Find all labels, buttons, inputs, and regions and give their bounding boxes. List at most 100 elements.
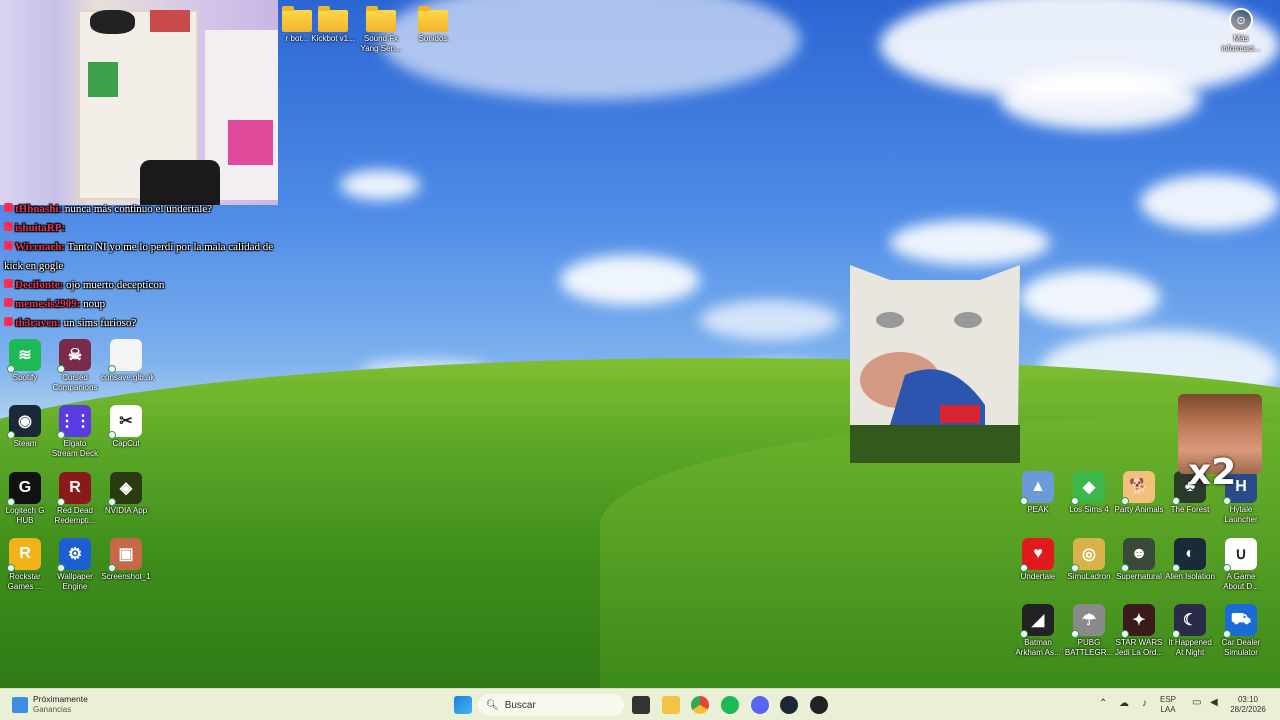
app-icon: ☾ bbox=[1172, 604, 1206, 638]
box-item bbox=[150, 10, 190, 32]
chevron-up-icon[interactable]: ⌃ bbox=[1099, 698, 1107, 709]
desktop-shortcut[interactable]: ♥ Undertale bbox=[1013, 538, 1063, 582]
shortcut-badge-icon bbox=[1071, 564, 1079, 572]
widget-icon[interactable] bbox=[12, 697, 28, 713]
app-icon: ✦ bbox=[1121, 604, 1155, 638]
windows-start-icon[interactable] bbox=[454, 696, 472, 714]
desktop-shortcut[interactable]: R Red Dead Redempti... bbox=[50, 472, 100, 526]
app-icon: ≋ bbox=[7, 339, 41, 373]
language-code: ESP bbox=[1160, 695, 1177, 704]
clock-date: 28/2/2026 bbox=[1230, 705, 1266, 714]
chat-text: ojo muerto decepticon bbox=[63, 279, 165, 291]
monitor-icon[interactable]: ▭ bbox=[1192, 697, 1201, 708]
app-icon: R bbox=[7, 538, 41, 572]
webcam-overlay bbox=[0, 0, 278, 205]
app-icon: R bbox=[57, 472, 91, 506]
desktop-shortcut[interactable]: ✦ STAR WARS Jedi La Ord... bbox=[1114, 604, 1164, 658]
desktop-shortcut[interactable]: G Logitech G HUB bbox=[0, 472, 50, 526]
microphone-icon[interactable]: ♪ bbox=[1142, 698, 1147, 709]
desktop-shortcut[interactable]: R Rockstar Games ... bbox=[0, 538, 50, 592]
desktop-shortcut[interactable]: ⋮⋮ Elgato Stream Deck bbox=[50, 405, 100, 459]
cat-sticker bbox=[848, 265, 1020, 465]
clock[interactable]: 03:10 28/2/2026 bbox=[1228, 695, 1268, 715]
desktop-shortcut[interactable]: ◆ Los Sims 4 bbox=[1064, 471, 1114, 515]
desktop-shortcut[interactable]: ⚙ Wallpaper Engine bbox=[50, 538, 100, 592]
desktop-shortcut[interactable]: ⛟ Car Dealer Simulator bbox=[1216, 604, 1266, 658]
shortcut-badge-icon bbox=[7, 564, 15, 572]
desktop-shortcut[interactable]: ☾ It Happened At Night bbox=[1165, 604, 1215, 658]
desktop-shortcut[interactable]: ☠ Cursed Companions bbox=[50, 339, 100, 393]
shortcut-badge-icon bbox=[57, 365, 65, 373]
folder-icon bbox=[418, 6, 448, 32]
shortcut-badge-icon bbox=[1223, 564, 1231, 572]
desktop-shortcut[interactable]: ✂ CapCut bbox=[101, 405, 151, 449]
shortcut-label: STAR WARS Jedi La Ord... bbox=[1114, 638, 1164, 657]
desktop-shortcut[interactable]: ▲ PEAK bbox=[1013, 471, 1063, 515]
app-icon: ✂ bbox=[108, 405, 142, 439]
cloud bbox=[340, 170, 420, 200]
search-box[interactable]: 🔍︎ Buscar bbox=[478, 694, 624, 716]
camera-info-icon[interactable]: ⊙ bbox=[1229, 8, 1253, 32]
steam-icon[interactable] bbox=[780, 696, 798, 714]
cloud-icon[interactable]: ☁ bbox=[1119, 698, 1129, 709]
desktop-shortcut[interactable]: ◐ Alien Isolation bbox=[1165, 538, 1215, 582]
speaker-icon[interactable]: ◀ bbox=[1210, 697, 1218, 708]
desktop-shortcut[interactable]: consave.glb.ak bbox=[101, 339, 154, 383]
desktop-folder[interactable]: Kickbot v1... bbox=[308, 6, 358, 44]
heart-icon bbox=[4, 222, 13, 231]
shortcut-label: Alien Isolation bbox=[1165, 572, 1215, 581]
desktop-shortcut[interactable]: ∪ A Game About D... bbox=[1216, 538, 1266, 592]
spotify-icon[interactable] bbox=[721, 696, 739, 714]
desktop-shortcut[interactable]: ◢ Batman Arkham As... bbox=[1013, 604, 1063, 658]
desktop-folder[interactable]: Sound Fx Yang Sen... bbox=[356, 6, 406, 54]
chat-message: th3raven: un sims furioso? bbox=[4, 314, 280, 333]
chat-message: Wirrnarh: Tanto NI yo me lo perdí por la… bbox=[4, 238, 280, 276]
headphones bbox=[90, 10, 135, 34]
desktop-shortcut[interactable]: 🐕 Party Animals bbox=[1114, 471, 1164, 515]
cloud bbox=[560, 255, 700, 305]
app-icon: ⚙ bbox=[57, 538, 91, 572]
shortcut-badge-icon bbox=[57, 498, 65, 506]
desktop-folder[interactable]: Sonidos bbox=[408, 6, 458, 44]
shortcut-badge-icon bbox=[7, 365, 15, 373]
info-icon-cell[interactable]: ⊙ Más informaci... bbox=[1215, 8, 1267, 54]
desktop-shortcut[interactable]: ◉ Steam bbox=[0, 405, 50, 449]
app-icon: ☠ bbox=[57, 339, 91, 373]
desktop-shortcut[interactable]: ≋ Spotify bbox=[0, 339, 50, 383]
desktop-shortcut[interactable]: ◎ SimuLadron bbox=[1064, 538, 1114, 582]
chrome-icon[interactable] bbox=[691, 696, 709, 714]
folder-label: Sound Fx Yang Sen... bbox=[360, 34, 402, 53]
heart-icon bbox=[4, 298, 13, 307]
chat-text: noup bbox=[80, 298, 106, 310]
chat-username: memesis2909: bbox=[15, 298, 81, 310]
shortcut-badge-icon bbox=[108, 431, 116, 439]
shortcut-label: PEAK bbox=[1027, 505, 1049, 514]
creeper-figure bbox=[88, 62, 118, 97]
app-icon: ☂ bbox=[1071, 604, 1105, 638]
shortcut-label: Car Dealer Simulator bbox=[1221, 638, 1261, 657]
discord-icon[interactable] bbox=[751, 696, 769, 714]
task-view-icon[interactable] bbox=[632, 696, 650, 714]
widget-title[interactable]: Próximamente bbox=[33, 694, 88, 704]
shortcut-label: Steam bbox=[13, 439, 37, 448]
obs-icon[interactable] bbox=[810, 696, 828, 714]
search-placeholder: Buscar bbox=[504, 699, 536, 711]
shortcut-badge-icon bbox=[1020, 564, 1028, 572]
shortcut-badge-icon bbox=[1020, 497, 1028, 505]
desktop-shortcut[interactable]: ◈ NVIDIA App bbox=[101, 472, 151, 516]
desktop-shortcut[interactable]: ☻ Supernatural bbox=[1114, 538, 1164, 582]
chat-username: Decifonte: bbox=[15, 279, 64, 291]
info-icon-label: Más informaci... bbox=[1221, 34, 1261, 53]
shortcut-badge-icon bbox=[108, 564, 116, 572]
shortcut-label: NVIDIA App bbox=[104, 506, 148, 515]
chat-message: Decifonte: ojo muerto decepticon bbox=[4, 276, 280, 295]
language-indicator[interactable]: ESP LAA bbox=[1160, 695, 1176, 715]
desktop-shortcut[interactable]: ☂ PUBG BATTLEGR... bbox=[1064, 604, 1114, 658]
shortcut-badge-icon bbox=[57, 431, 65, 439]
app-icon: ▲ bbox=[1020, 471, 1054, 505]
desktop-shortcut[interactable]: ▣ Screenshot_1 bbox=[101, 538, 151, 582]
chat-message: tHbnashi: nunca más continuo el undertal… bbox=[4, 200, 280, 219]
plush-pink bbox=[228, 120, 273, 165]
app-icon: ◉ bbox=[7, 405, 41, 439]
file-explorer-icon[interactable] bbox=[662, 696, 680, 714]
